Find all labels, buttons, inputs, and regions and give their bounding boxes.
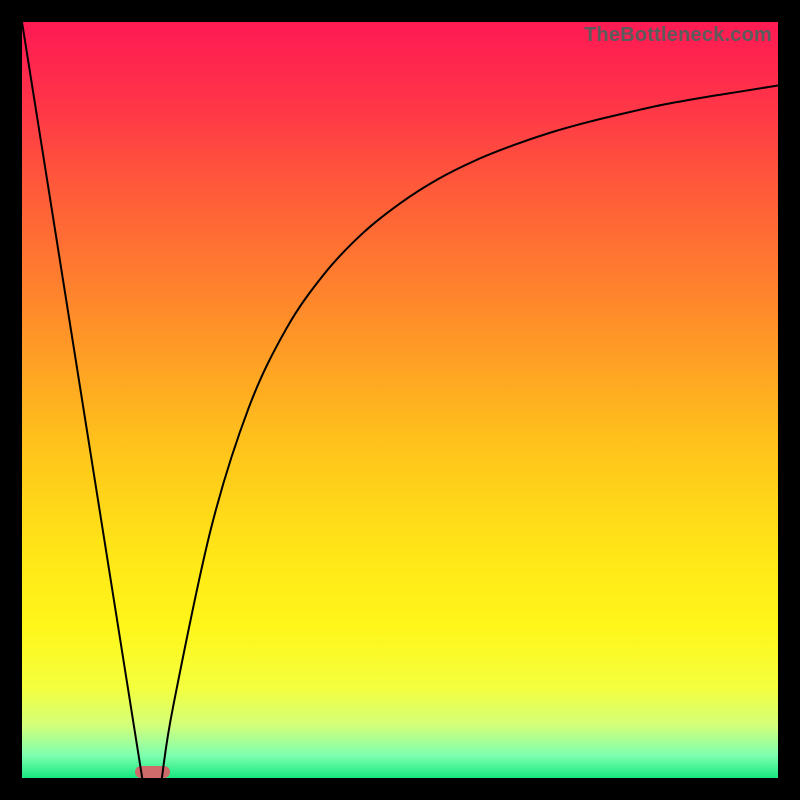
attribution-watermark: TheBottleneck.com	[584, 24, 772, 47]
curve-right-arm	[162, 86, 778, 779]
chart-stage: TheBottleneck.com	[0, 0, 800, 800]
curve-left-arm	[22, 22, 142, 778]
plot-area: TheBottleneck.com	[22, 22, 778, 778]
curves	[22, 22, 778, 778]
